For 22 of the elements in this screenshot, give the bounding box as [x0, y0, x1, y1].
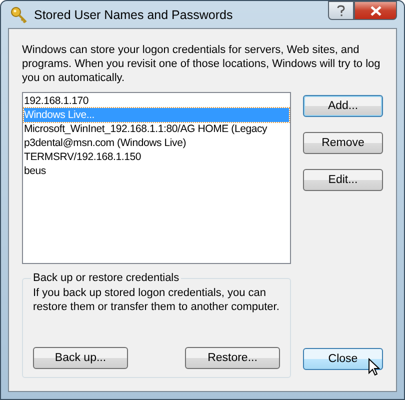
action-button[interactable]: Edit...	[303, 169, 383, 191]
action-button[interactable]: Remove	[303, 132, 383, 154]
close-dialog-button[interactable]: Close	[303, 348, 383, 370]
help-icon	[337, 4, 345, 16]
description-text: Windows can store your logon credentials for servers, Web sites, and programs. When you revisit one of those locations, Windows will try to log you on automatically.	[22, 43, 382, 85]
action-button[interactable]: Add...	[303, 95, 383, 117]
window-title: Stored User Names and Passwords	[34, 8, 233, 22]
group-title: Back up or restore credentials	[32, 272, 180, 284]
backup-button[interactable]: Back up...	[33, 347, 128, 369]
credential-item[interactable]: Microsoft_WinInet_192.168.1.1:80/AG HOME (Legacy	[24, 122, 289, 136]
cursor-icon	[368, 358, 380, 376]
credential-item[interactable]: 192.168.1.170	[24, 94, 289, 108]
close-icon	[370, 6, 382, 16]
key-icon	[10, 6, 28, 24]
close-button[interactable]	[354, 1, 397, 20]
backup-button[interactable]: Restore...	[185, 347, 280, 369]
backup-text: If you back up stored logon credentials, you can restore them or transfer them to another computer.	[33, 286, 280, 314]
credential-item[interactable]: TERMSRV/192.168.1.150	[24, 150, 289, 164]
credential-item[interactable]: beus	[24, 164, 289, 178]
credentials-list[interactable]: 192.168.1.170 Windows Live... Microsoft_WinInet_192.168.1.1:80/AG HOME (Legacy p3dental@msn.com (Windows Live) TERMSRV/192.168.1.150 beus	[22, 92, 291, 264]
help-button[interactable]	[328, 1, 354, 20]
credential-item[interactable]: p3dental@msn.com (Windows Live)	[24, 136, 289, 150]
